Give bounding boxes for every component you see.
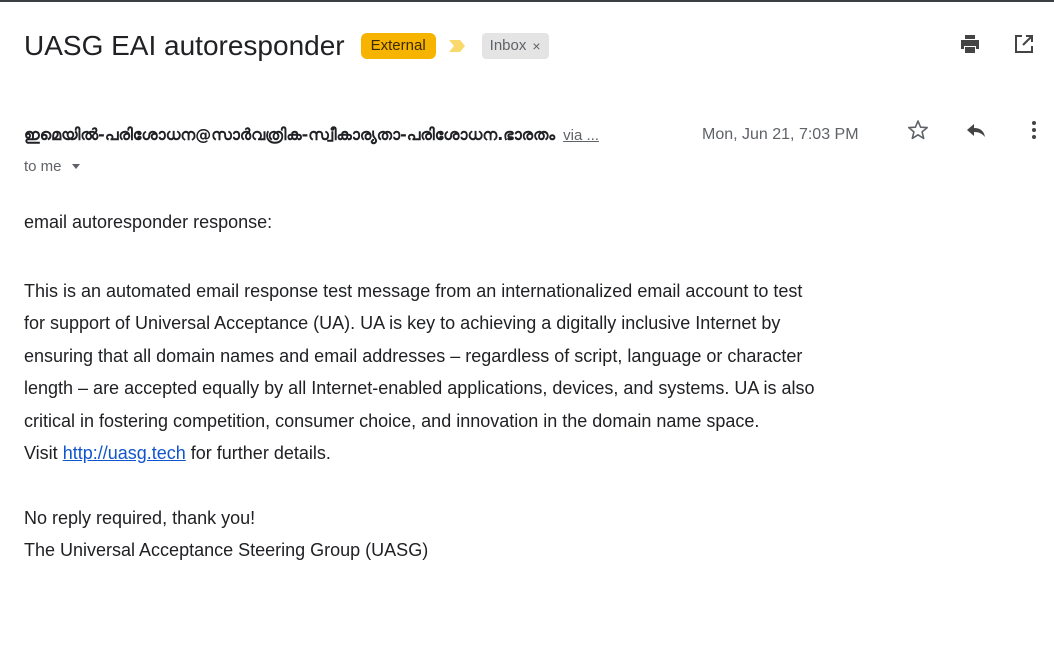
external-label-badge: External [360,33,436,59]
email-subject: UASG EAI autoresponder [24,30,345,61]
subject-row: UASG EAI autoresponder External Inbox × [24,24,1034,68]
body-line: ensuring that all domain names and email… [24,345,803,366]
visit-line: Visit http://uasg.tech for further detai… [24,437,1034,470]
more-vert-icon[interactable] [1022,118,1046,142]
star-icon[interactable] [906,118,930,142]
print-icon[interactable] [958,32,982,56]
body-line: for support of Universal Acceptance (UA)… [24,313,781,333]
body-line: critical in fostering competition, consu… [24,410,760,431]
uasg-link[interactable]: http://uasg.tech [63,443,186,463]
visit-suffix: for further details. [185,443,331,463]
sender-address[interactable]: ഇമെയിൽ-പരിശോധന@സാർവത്രിക-സ്വീകാര്യതാ-പരി… [24,125,555,145]
reply-icon[interactable] [964,118,988,142]
visit-prefix: Visit [24,443,63,463]
inbox-label-text: Inbox [489,37,527,54]
inbox-label-badge[interactable]: Inbox × [481,33,549,59]
via-link[interactable]: via ... [563,127,599,144]
importance-marker-icon[interactable] [446,35,468,57]
thread-actions [958,32,1036,56]
sender-row: ഇമെയിൽ-പരിശോധന@സാർവത്രിക-സ്വീകാര്യതാ-പരി… [24,122,1034,148]
top-border [0,0,1054,2]
body-greeting: email autoresponder response: [24,212,273,232]
message-actions [906,118,1046,142]
recipient-details-toggle[interactable]: to me [24,158,80,175]
signature-line: The Universal Acceptance Steering Group … [24,540,429,560]
caret-down-icon [71,164,80,169]
email-body: email autoresponder response: This is an… [24,206,1034,567]
message-date: Mon, Jun 21, 7:03 PM [702,126,859,143]
closing-line: No reply required, thank you! [24,507,256,528]
recipient-text: to me [24,158,62,175]
remove-label-icon[interactable]: × [532,37,540,55]
body-line: This is an automated email response test… [24,280,803,301]
body-line: length – are accepted equally by all Int… [24,378,815,398]
open-in-new-window-icon[interactable] [1012,32,1036,56]
